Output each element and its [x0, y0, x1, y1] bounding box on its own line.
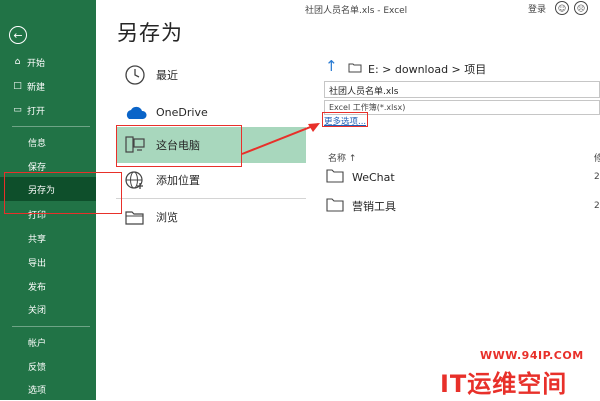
nav-print-label: 打印 [28, 210, 47, 221]
location-browse-label: 浏览 [156, 211, 178, 224]
nav-save-label: 保存 [28, 162, 47, 173]
nav-save-as-label: 另存为 [28, 185, 56, 196]
folder-date: 2 [594, 172, 600, 182]
location-recent[interactable]: 最近 [116, 58, 306, 92]
page-title: 另存为 [117, 21, 183, 45]
watermark-brand: IT运维空间 [440, 370, 568, 398]
globe-icon [120, 169, 150, 191]
sidebar-divider [12, 126, 90, 127]
nav-save[interactable]: 保存 [0, 154, 96, 178]
up-arrow-icon[interactable]: ↑ [325, 57, 338, 75]
location-divider [116, 198, 306, 199]
location-this-pc-label: 这台电脑 [156, 139, 200, 152]
nav-save-as[interactable]: 另存为 [0, 177, 96, 201]
folder-date: 2 [594, 201, 600, 211]
cloud-icon [120, 104, 150, 120]
frown-icon[interactable]: ☹ [574, 1, 588, 15]
nav-close-label: 关闭 [28, 305, 47, 316]
nav-publish[interactable]: 发布 [0, 274, 96, 298]
nav-export-label: 导出 [28, 258, 47, 269]
location-recent-label: 最近 [156, 69, 178, 82]
location-add-place-label: 添加位置 [156, 174, 200, 187]
folder-icon [326, 197, 344, 215]
column-header-date[interactable]: 修 [594, 151, 600, 164]
folder-icon [326, 168, 344, 186]
backstage-sidebar: ← ⌂ 开始 □ 新建 ▭ 打开 信息 保存 另存为 打印 共享 导出 发布 关… [0, 0, 96, 400]
nav-account[interactable]: 帐户 [0, 330, 96, 354]
nav-close[interactable]: 关闭 [0, 297, 96, 321]
folder-row[interactable]: WeChat 2 [326, 166, 600, 188]
open-folder-icon: ▭ [13, 105, 22, 115]
annotation-arrow [241, 123, 320, 155]
folder-icon [120, 208, 150, 226]
location-onedrive-label: OneDrive [156, 105, 208, 119]
breadcrumb[interactable]: E: > download > 项目 [348, 61, 486, 77]
sidebar-divider [12, 326, 90, 327]
nav-open-label: 打开 [27, 106, 46, 117]
column-header-name[interactable]: 名称 ↑ [328, 151, 356, 164]
signin-link[interactable]: 登录 [528, 2, 546, 15]
nav-new[interactable]: □ 新建 [0, 74, 96, 98]
filetype-select[interactable]: Excel 工作簿(*.xlsx) [324, 100, 600, 115]
nav-home[interactable]: ⌂ 开始 [0, 50, 96, 74]
clock-icon [120, 64, 150, 86]
more-options-link[interactable]: 更多选项... [324, 115, 366, 127]
back-arrow-icon[interactable]: ← [9, 26, 27, 44]
location-browse[interactable]: 浏览 [116, 200, 306, 234]
nav-feedback[interactable]: 反馈 [0, 354, 96, 378]
new-doc-icon: □ [13, 81, 22, 91]
folder-name: WeChat [352, 170, 395, 184]
nav-feedback-label: 反馈 [28, 362, 47, 373]
folder-name: 营销工具 [352, 200, 396, 213]
nav-account-label: 帐户 [28, 338, 47, 349]
window-title: 社团人员名单.xls - Excel [305, 6, 408, 16]
filename-input[interactable]: 社团人员名单.xls [324, 81, 600, 98]
breadcrumb-path: E: > download > 项目 [368, 63, 487, 76]
nav-print[interactable]: 打印 [0, 202, 96, 226]
nav-options-label: 选项 [28, 385, 47, 396]
nav-open[interactable]: ▭ 打开 [0, 98, 96, 122]
smile-icon[interactable]: ☺ [555, 1, 569, 15]
nav-new-label: 新建 [27, 82, 46, 93]
computer-icon [120, 134, 150, 156]
nav-export[interactable]: 导出 [0, 250, 96, 274]
folder-row[interactable]: 营销工具 2 [326, 195, 600, 217]
nav-share-label: 共享 [28, 234, 47, 245]
nav-info[interactable]: 信息 [0, 130, 96, 154]
watermark-url: WWW.94IP.COM [480, 349, 584, 362]
nav-publish-label: 发布 [28, 282, 47, 293]
folder-icon [348, 62, 362, 76]
nav-info-label: 信息 [28, 138, 47, 149]
nav-home-label: 开始 [27, 58, 46, 69]
home-icon: ⌂ [14, 57, 21, 67]
nav-share[interactable]: 共享 [0, 226, 96, 250]
nav-options[interactable]: 选项 [0, 377, 96, 401]
location-add-place[interactable]: 添加位置 [116, 163, 306, 197]
column-header-name-label: 名称 ↑ [328, 154, 357, 164]
